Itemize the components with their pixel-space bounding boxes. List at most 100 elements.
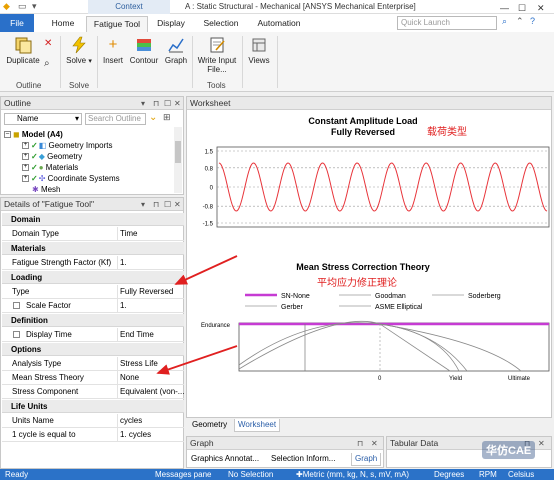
close-panel-icon[interactable]: ✕	[371, 437, 378, 450]
tab-worksheet[interactable]: Worksheet	[234, 419, 281, 432]
status-celsius[interactable]: Celsius	[508, 469, 534, 480]
section-materials[interactable]: Materials	[2, 242, 184, 255]
help-icon[interactable]: ?	[530, 16, 535, 26]
row-value[interactable]: Time	[117, 227, 184, 241]
row-scale-factor[interactable]: Scale Factor 1.	[2, 299, 184, 313]
row-value[interactable]: End Time	[117, 328, 184, 342]
tab-selection[interactable]: Selection	[200, 16, 242, 32]
tree-item-geometry-imports[interactable]: + ✓◧ Geometry Imports	[22, 140, 113, 151]
solve-button[interactable]: Solve ▾	[64, 36, 94, 66]
row-value[interactable]: 1. cycles	[117, 428, 184, 442]
row-domain-type[interactable]: Domain Type Time	[2, 227, 184, 241]
section-loading[interactable]: Loading	[2, 271, 184, 284]
tab-graph[interactable]: Graph	[351, 453, 382, 466]
row-value[interactable]: 1.	[117, 299, 184, 313]
section-definition[interactable]: Definition	[2, 314, 184, 327]
status-rpm[interactable]: RPM	[479, 469, 497, 480]
close-icon[interactable]: ✕	[537, 3, 545, 14]
tab-fatigue-tool[interactable]: Fatigue Tool	[86, 16, 148, 32]
section-options[interactable]: Options	[2, 343, 184, 356]
write-file-icon	[210, 37, 225, 53]
load-y-tick-label: 0.8	[205, 166, 214, 172]
parameter-checkbox[interactable]	[13, 302, 20, 309]
details-title: Details of "Fatigue Tool" ▾ ⊓ ☐ ✕	[1, 198, 183, 211]
filter-icon[interactable]: ⌄	[149, 112, 157, 123]
parameter-checkbox[interactable]	[13, 331, 20, 338]
load-y-tick-label: -1.5	[203, 222, 214, 228]
status-units[interactable]: ✚ Metric (mm, kg, N, s, mV, mA)	[296, 469, 409, 480]
tab-geometry[interactable]: Geometry	[189, 419, 230, 432]
name-filter-dropdown[interactable]: Name ▾	[4, 113, 82, 125]
section-life-units[interactable]: Life Units	[2, 400, 184, 413]
restore-icon[interactable]: ☐	[164, 198, 171, 211]
row-units-name[interactable]: Units Name cycles	[2, 414, 184, 428]
delete-icon[interactable]: ✕	[44, 38, 52, 49]
duplicate-button[interactable]: Duplicate	[5, 36, 41, 65]
tree-item-geometry[interactable]: + ✓◆ Geometry	[22, 151, 82, 162]
pin-icon[interactable]: ▾	[141, 198, 145, 211]
views-icon	[252, 38, 266, 52]
tree-item-materials[interactable]: + ✓● Materials	[22, 162, 78, 173]
qat-dropdown-icon[interactable]: ▾	[32, 1, 37, 12]
graph-icon	[168, 38, 184, 53]
row-value[interactable]: 1.	[117, 256, 184, 270]
msc-legend: SN-None Goodman Soderberg Gerber ASME El…	[245, 293, 501, 311]
tab-selection-information[interactable]: Selection Inform...	[268, 453, 338, 466]
find-icon[interactable]: ⌕	[44, 58, 50, 69]
row-value[interactable]: Stress Life	[117, 357, 184, 371]
details-title-text: Details of "Fatigue Tool"	[4, 199, 94, 209]
load-type-annotation: 载荷类型	[427, 125, 467, 138]
search-icon[interactable]: ⌕	[502, 16, 507, 27]
tab-home[interactable]: Home	[46, 16, 80, 32]
outline-scrollbar[interactable]	[174, 127, 182, 193]
close-panel-icon[interactable]: ✕	[174, 198, 181, 211]
close-panel-icon[interactable]: ✕	[538, 437, 545, 450]
status-units-label: Metric (mm, kg, N, s, mV, mA)	[302, 470, 410, 479]
load-y-tick-label: 0	[210, 186, 214, 192]
quick-launch-input[interactable]: Quick Launch	[397, 16, 497, 30]
tab-graphics-annotations[interactable]: Graphics Annotat...	[188, 453, 262, 466]
pin-icon[interactable]: ⊓	[357, 437, 363, 450]
tab-automation[interactable]: Automation	[254, 16, 304, 32]
close-panel-icon[interactable]: ✕	[174, 97, 181, 110]
write-input-file-button[interactable]: Write Input File...	[195, 36, 239, 74]
graph-button[interactable]: Graph	[162, 36, 190, 65]
row-display-time[interactable]: Display Time End Time	[2, 328, 184, 342]
maximize-icon[interactable]: ☐	[518, 3, 526, 14]
row-type[interactable]: Type Fully Reversed	[2, 285, 184, 299]
row-fatigue-strength-factor[interactable]: Fatigue Strength Factor (Kf) 1.	[2, 256, 184, 270]
pin-icon[interactable]: ▾	[141, 97, 145, 110]
row-stress-component[interactable]: Stress Component Equivalent (von-...	[2, 385, 184, 399]
autohide-icon[interactable]: ⊓	[153, 97, 159, 110]
legend-asme-elliptical: ASME Elliptical	[375, 304, 423, 311]
row-value[interactable]: Equivalent (von-...	[117, 385, 184, 399]
collapse-ribbon-icon[interactable]: ⌃	[516, 16, 524, 27]
check-icon: ✓	[31, 174, 38, 183]
row-analysis-type[interactable]: Analysis Type Stress Life	[2, 357, 184, 371]
search-outline-input[interactable]: Search Outline	[85, 113, 146, 125]
save-icon[interactable]: ▭	[18, 1, 27, 12]
row-value[interactable]: None	[117, 371, 184, 385]
row-cycle-equal[interactable]: 1 cycle is equal to 1. cycles	[2, 428, 184, 442]
contour-button[interactable]: Contour	[128, 36, 160, 65]
scrollbar-thumb[interactable]	[175, 141, 181, 163]
status-messages-pane[interactable]: Messages pane	[155, 469, 211, 480]
section-domain[interactable]: Domain	[2, 213, 184, 226]
tree-item-mesh[interactable]: ✱ Mesh	[32, 184, 61, 195]
section-label: Domain	[11, 215, 41, 224]
tree-item-model[interactable]: – ◼ Model (A4)	[4, 129, 63, 140]
row-mean-stress-theory[interactable]: Mean Stress Theory None	[2, 371, 184, 385]
minimize-icon[interactable]: —	[500, 3, 509, 13]
duplicate-icon	[15, 37, 32, 54]
tab-display[interactable]: Display	[153, 16, 189, 32]
views-button[interactable]: Views	[245, 36, 273, 65]
row-value[interactable]: cycles	[117, 414, 184, 428]
row-value[interactable]: Fully Reversed	[117, 285, 184, 299]
autohide-icon[interactable]: ⊓	[153, 198, 159, 211]
tree-item-coordinate-systems[interactable]: + ✓✣ Coordinate Systems	[22, 173, 120, 184]
restore-icon[interactable]: ☐	[164, 97, 171, 110]
expand-all-icon[interactable]: ⊞	[163, 112, 171, 123]
status-degrees[interactable]: Degrees	[434, 469, 464, 480]
tab-file[interactable]: File	[0, 14, 34, 32]
insert-button[interactable]: + Insert	[99, 36, 127, 65]
